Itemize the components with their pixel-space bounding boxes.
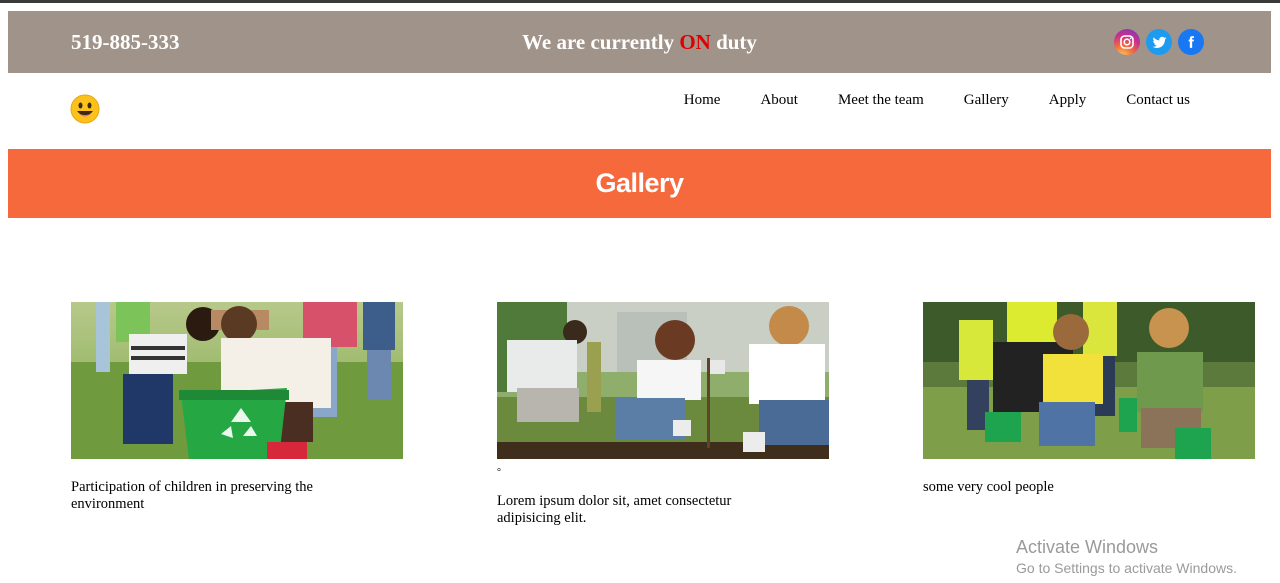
watermark-subtitle: Go to Settings to activate Windows. <box>1016 560 1237 576</box>
duty-status: We are currently ON duty <box>8 11 1271 73</box>
nav-item-home[interactable]: Home <box>684 92 721 109</box>
gallery-caption: Participation of children in preserving … <box>71 479 313 512</box>
os-activation-watermark: Activate Windows Go to Settings to activ… <box>1016 537 1237 577</box>
nav-links: Home About Meet the team Gallery Apply C… <box>684 92 1190 109</box>
gallery-photo-volunteers[interactable] <box>923 302 1255 459</box>
watermark-title: Activate Windows <box>1016 537 1159 557</box>
instagram-icon[interactable] <box>1114 29 1140 55</box>
duty-suffix: duty <box>710 30 757 54</box>
gallery-caption: Lorem ipsum dolor sit, amet consectetur … <box>497 493 732 526</box>
stray-marker: ° <box>497 467 501 478</box>
gallery-card: Participation of children in preserving … <box>71 302 403 513</box>
gallery-photo-planting[interactable] <box>497 302 829 459</box>
nav-item-meet-the-team[interactable]: Meet the team <box>838 92 924 109</box>
nav-item-gallery[interactable]: Gallery <box>964 92 1009 109</box>
top-info-bar: 519-885-333 We are currently ON duty <box>8 11 1271 73</box>
gallery-card: ° Lorem ipsum dolor sit, amet consectetu… <box>497 302 829 527</box>
nav-item-contact-us[interactable]: Contact us <box>1126 92 1190 109</box>
page-title: Gallery <box>595 168 684 198</box>
main-navigation: Home About Meet the team Gallery Apply C… <box>0 80 1280 138</box>
page-title-banner: Gallery <box>8 149 1271 218</box>
gallery-caption: some very cool people <box>923 479 1054 495</box>
nav-item-about[interactable]: About <box>760 92 798 109</box>
twitter-icon[interactable] <box>1146 29 1172 55</box>
nav-item-apply[interactable]: Apply <box>1049 92 1087 109</box>
facebook-icon[interactable] <box>1178 29 1204 55</box>
social-links <box>1114 29 1204 55</box>
duty-prefix: We are currently <box>522 30 680 54</box>
gallery-photo-recycling[interactable] <box>71 302 403 459</box>
window-top-border <box>0 0 1280 3</box>
smiley-icon[interactable] <box>70 94 100 124</box>
duty-highlight: ON <box>679 30 711 54</box>
gallery-card: some very cool people <box>923 302 1255 496</box>
